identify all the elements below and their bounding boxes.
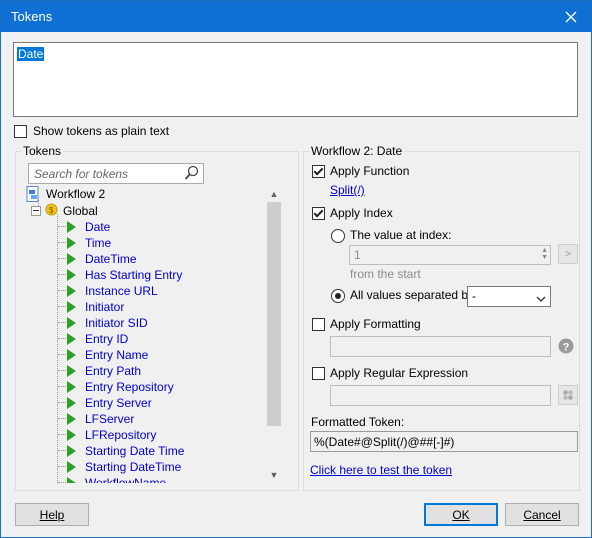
- show-plain-text-checkbox[interactable]: [14, 125, 27, 138]
- token-arrow-icon: [67, 365, 76, 377]
- tokens-group-legend: Tokens: [21, 144, 64, 158]
- ok-button[interactable]: OK: [424, 503, 498, 526]
- token-arrow-icon: [67, 461, 76, 473]
- tokens-dialog: Tokens Date Show tokens as plain text To…: [0, 0, 592, 538]
- apply-regex-label: Apply Regular Expression: [330, 366, 469, 380]
- index-value: 1: [354, 248, 361, 262]
- scroll-up-icon[interactable]: ▲: [266, 186, 282, 202]
- token-arrow-icon: [67, 333, 76, 345]
- help-button[interactable]: Help: [15, 503, 89, 526]
- token-item-label: Initiator SID: [85, 316, 148, 330]
- regex-builder-icon[interactable]: [558, 385, 578, 405]
- formatted-token-label: Formatted Token:: [311, 415, 405, 429]
- value-at-index-label: The value at index:: [350, 228, 452, 242]
- index-go-button[interactable]: >: [558, 244, 578, 264]
- tree-scrollbar[interactable]: ▲ ▼: [266, 186, 282, 483]
- token-arrow-icon: [67, 317, 76, 329]
- tree-root-label: Workflow 2: [46, 187, 106, 201]
- scroll-down-icon[interactable]: ▼: [266, 467, 282, 483]
- token-arrow-icon: [67, 285, 76, 297]
- formatted-token-field[interactable]: %(Date#@Split(/)@##[-]#): [310, 431, 578, 452]
- workflow-icon: [26, 186, 40, 205]
- token-item-label: Initiator: [85, 300, 125, 314]
- formatting-input[interactable]: [330, 336, 551, 357]
- token-item-label: LFServer: [85, 412, 135, 426]
- token-item-label: Entry Server: [85, 396, 152, 410]
- token-item-label: Entry Name: [85, 348, 149, 362]
- search-placeholder: Search for tokens: [34, 167, 129, 181]
- token-search-input[interactable]: Search for tokens: [28, 163, 204, 184]
- token-expression-editor[interactable]: Date: [13, 42, 578, 117]
- token-item-label: LFRepository: [85, 428, 157, 442]
- token-arrow-icon: [67, 429, 76, 441]
- svg-text:?: ?: [563, 342, 570, 354]
- apply-formatting-label: Apply Formatting: [330, 317, 421, 331]
- formatted-token-value: %(Date#@Split(/)@##[-]#): [314, 435, 455, 449]
- svg-text:$: $: [49, 206, 54, 215]
- token-item-label: Instance URL: [85, 284, 158, 298]
- all-values-label: All values separated by:: [350, 288, 478, 302]
- cancel-button-label: Cancel: [523, 507, 561, 522]
- token-item-label: Entry ID: [85, 332, 129, 346]
- separator-dropdown[interactable]: -: [467, 286, 551, 307]
- token-arrow-icon: [67, 269, 76, 281]
- global-icon: $: [45, 203, 58, 219]
- token-item-label: Date: [85, 220, 111, 234]
- token-arrow-icon: [67, 397, 76, 409]
- token-item-label: DateTime: [85, 252, 137, 266]
- test-token-link[interactable]: Click here to test the token: [310, 463, 452, 477]
- token-arrow-icon: [67, 477, 76, 483]
- title-bar: Tokens: [1, 1, 591, 32]
- tree-global-label: Global: [63, 204, 98, 218]
- token-item-label: Starting Date Time: [85, 444, 185, 458]
- token-item-label: Starting DateTime: [85, 460, 182, 474]
- token-arrow-icon: [67, 301, 76, 313]
- index-spinner[interactable]: 1 ▲ ▼: [349, 245, 551, 265]
- token-arrow-icon: [67, 445, 76, 457]
- function-link[interactable]: Split(/): [330, 183, 365, 197]
- apply-index-label: Apply Index: [330, 206, 393, 220]
- collapse-toggle-icon[interactable]: [31, 206, 41, 216]
- help-button-label: Help: [39, 507, 65, 522]
- token-item-label: Time: [85, 236, 112, 250]
- show-plain-text-label: Show tokens as plain text: [33, 124, 170, 138]
- help-icon[interactable]: ?: [558, 338, 574, 357]
- apply-index-checkbox[interactable]: [312, 207, 325, 220]
- token-arrow-icon: [67, 349, 76, 361]
- separator-value: -: [472, 289, 476, 303]
- token-item-label: Entry Path: [85, 364, 142, 378]
- search-icon[interactable]: [184, 165, 200, 184]
- token-arrow-icon: [67, 413, 76, 425]
- token-options-legend: Workflow 2: Date: [309, 144, 405, 158]
- regex-input[interactable]: [330, 385, 551, 406]
- cancel-button[interactable]: Cancel: [505, 503, 579, 526]
- token-arrow-icon: [67, 237, 76, 249]
- all-values-radio[interactable]: [331, 289, 345, 303]
- token-item-label: Has Starting Entry: [85, 268, 183, 282]
- window-title: Tokens: [11, 9, 53, 24]
- chevron-down-icon: [536, 292, 546, 306]
- token-tree: Workflow 2 $ Global Date Time DateTime Has …: [23, 186, 281, 483]
- token-arrow-icon: [67, 221, 76, 233]
- token-item-label: Entry Repository: [85, 380, 174, 394]
- editor-selected-text: Date: [17, 47, 45, 61]
- apply-formatting-checkbox[interactable]: [312, 318, 325, 331]
- ok-button-label: OK: [452, 507, 470, 522]
- apply-function-checkbox[interactable]: [312, 165, 325, 178]
- spinner-arrows-icon[interactable]: ▲ ▼: [541, 247, 548, 261]
- apply-regex-checkbox[interactable]: [312, 367, 325, 380]
- scrollbar-thumb[interactable]: [267, 202, 281, 426]
- token-arrow-icon: [67, 253, 76, 265]
- value-at-index-radio[interactable]: [331, 229, 345, 243]
- close-icon[interactable]: [551, 1, 591, 32]
- token-item-label: WorkflowName: [85, 476, 167, 483]
- apply-function-label: Apply Function: [330, 164, 410, 178]
- from-start-label: from the start: [350, 267, 421, 281]
- token-arrow-icon: [67, 381, 76, 393]
